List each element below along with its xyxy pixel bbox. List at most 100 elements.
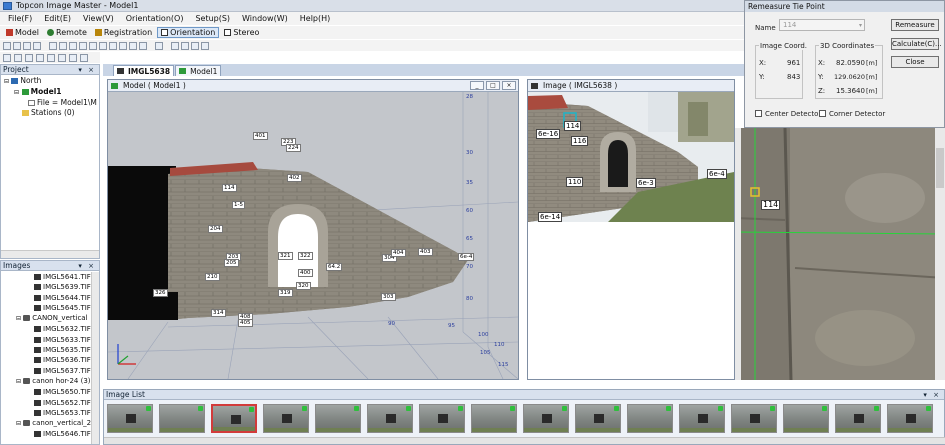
close-button[interactable]: ×	[502, 81, 516, 90]
tool-b-icon[interactable]	[14, 53, 22, 62]
layout-3-icon[interactable]	[191, 41, 199, 50]
point-label[interactable]: 403	[418, 248, 433, 256]
tool-c-icon[interactable]	[25, 53, 33, 62]
image-item[interactable]: IMGL5639.TIF	[4, 282, 99, 292]
point-label[interactable]: 114	[222, 184, 237, 192]
rotate-icon[interactable]	[69, 41, 77, 50]
pan-icon[interactable]	[99, 41, 107, 50]
calculate-button[interactable]: Calculate(C)...	[891, 38, 942, 50]
image-thumbnail[interactable]	[263, 404, 309, 433]
image-item[interactable]: IMGL5645.TIF	[4, 303, 99, 313]
image-item[interactable]: IMGL5632.TIF	[4, 324, 99, 334]
menu-file[interactable]: File(F)	[8, 14, 32, 23]
image-item[interactable]: IMGL5635.TIF	[4, 345, 99, 355]
name-dropdown[interactable]: 114 ▾	[779, 19, 865, 31]
point-label[interactable]: 326	[153, 289, 168, 297]
image-item[interactable]: IMGL5652.TIF	[4, 398, 99, 408]
image-item[interactable]: IMGL5637.TIF	[4, 366, 99, 376]
image-item[interactable]: IMGL5644.TIF	[4, 293, 99, 303]
menu-window[interactable]: Window(W)	[242, 14, 288, 23]
point-label[interactable]: 303	[381, 293, 396, 301]
image-thumbnail[interactable]	[419, 404, 465, 433]
image-item[interactable]: IMGL5641.TIF	[4, 272, 99, 282]
tree-item-north[interactable]: ⊟ North	[4, 76, 99, 87]
point-label[interactable]: 322	[298, 252, 313, 260]
image-item[interactable]: IMGL5650.TIF	[4, 387, 99, 397]
expand-icon[interactable]: ⊟	[4, 78, 9, 85]
image-thumbnail[interactable]	[731, 404, 777, 433]
tool-d-icon[interactable]	[36, 53, 44, 62]
image-canvas[interactable]: 114 6e-16 116 110 6e-3 6e-4 6e-14	[528, 92, 734, 379]
image-thumbnail[interactable]	[211, 404, 257, 433]
camera-group[interactable]: ⊟ canon hor-24 (3)	[4, 376, 99, 387]
panel-pin-icon[interactable]: ▾ ×	[923, 390, 941, 400]
image-thumbnail[interactable]	[315, 404, 361, 433]
image-thumbnail[interactable]	[887, 404, 933, 433]
image-item[interactable]: IMGL5653.TIF	[4, 408, 99, 418]
point-label[interactable]: 110	[566, 177, 584, 187]
image-thumbnail[interactable]	[575, 404, 621, 433]
image-thumbnail[interactable]	[679, 404, 725, 433]
zoom-view[interactable]: 114	[735, 128, 945, 380]
print-icon[interactable]	[33, 41, 41, 50]
tree-item-model1[interactable]: ⊟ Model1	[4, 87, 99, 98]
point-label[interactable]: 6e-16	[536, 129, 561, 139]
point-label[interactable]: 405	[238, 319, 253, 327]
mode-orientation-button[interactable]: Orientation	[157, 27, 220, 38]
menu-setup[interactable]: Setup(S)	[195, 14, 230, 23]
zoom-in-icon[interactable]	[109, 41, 117, 50]
point-label[interactable]: 205	[224, 259, 239, 267]
point-label[interactable]: 6e-3	[636, 178, 656, 188]
image-icon[interactable]	[155, 41, 163, 50]
expand-icon[interactable]: ⊟	[16, 378, 21, 385]
image-thumbnail[interactable]	[627, 404, 673, 433]
point-label[interactable]: 114	[564, 121, 582, 131]
menu-help[interactable]: Help(H)	[300, 14, 331, 23]
point-label[interactable]: 320	[296, 282, 311, 290]
zoom-out-icon[interactable]	[119, 41, 127, 50]
mode-stereo-button[interactable]: Stereo	[221, 27, 262, 38]
tool-h-icon[interactable]	[80, 53, 88, 62]
corner-detector-checkbox[interactable]	[819, 110, 826, 117]
point-label[interactable]: 319	[278, 289, 293, 297]
point-label[interactable]: 401	[253, 132, 268, 140]
tool-e-icon[interactable]	[47, 53, 55, 62]
remeasure-button[interactable]: Remeasure	[891, 19, 939, 31]
images-vertical-scrollbar[interactable]	[91, 272, 99, 444]
image-thumbnail[interactable]	[159, 404, 205, 433]
minimize-button[interactable]: _	[470, 81, 484, 90]
point-label[interactable]: 210	[205, 273, 220, 281]
point-label[interactable]: 400	[298, 269, 313, 277]
point-label[interactable]: 1-5	[232, 201, 245, 209]
image-list-scrollbar[interactable]	[104, 437, 945, 444]
zoom-point-label[interactable]: 114	[761, 200, 781, 210]
image-item[interactable]: IMGL5633.TIF	[4, 335, 99, 345]
mode-model-button[interactable]: Model	[3, 27, 42, 38]
menu-view[interactable]: View(V)	[83, 14, 114, 23]
menu-edit[interactable]: Edit(E)	[44, 14, 71, 23]
panel-pin-icon[interactable]: ▾ ×	[78, 261, 96, 271]
tool-f-icon[interactable]	[58, 53, 66, 62]
point-label[interactable]: 6e-14	[538, 212, 563, 222]
point-label[interactable]: 404	[391, 249, 406, 257]
select-rect-icon[interactable]	[59, 41, 67, 50]
expand-icon[interactable]: ⊟	[16, 315, 21, 322]
tool-a-icon[interactable]	[3, 53, 11, 62]
image-item[interactable]: IMGL5646.TIF	[4, 429, 99, 439]
image-thumbnail[interactable]	[367, 404, 413, 433]
center-detector-checkbox[interactable]	[755, 110, 762, 117]
new-icon[interactable]	[3, 41, 11, 50]
point-label[interactable]: 204	[208, 225, 223, 233]
project-horizontal-scrollbar[interactable]	[1, 250, 99, 258]
tool-g-icon[interactable]	[69, 53, 77, 62]
expand-icon[interactable]: ⊟	[14, 89, 19, 96]
pointer-icon[interactable]	[49, 41, 57, 50]
undo-icon[interactable]	[79, 41, 87, 50]
layout-1-icon[interactable]	[171, 41, 179, 50]
tab-model1[interactable]: Model1	[175, 65, 222, 76]
image-thumbnail[interactable]	[471, 404, 517, 433]
image-thumbnail[interactable]	[783, 404, 829, 433]
save-icon[interactable]	[23, 41, 31, 50]
camera-group[interactable]: ⊟ CANON_vertical	[4, 313, 99, 324]
maximize-button[interactable]: □	[486, 81, 500, 90]
